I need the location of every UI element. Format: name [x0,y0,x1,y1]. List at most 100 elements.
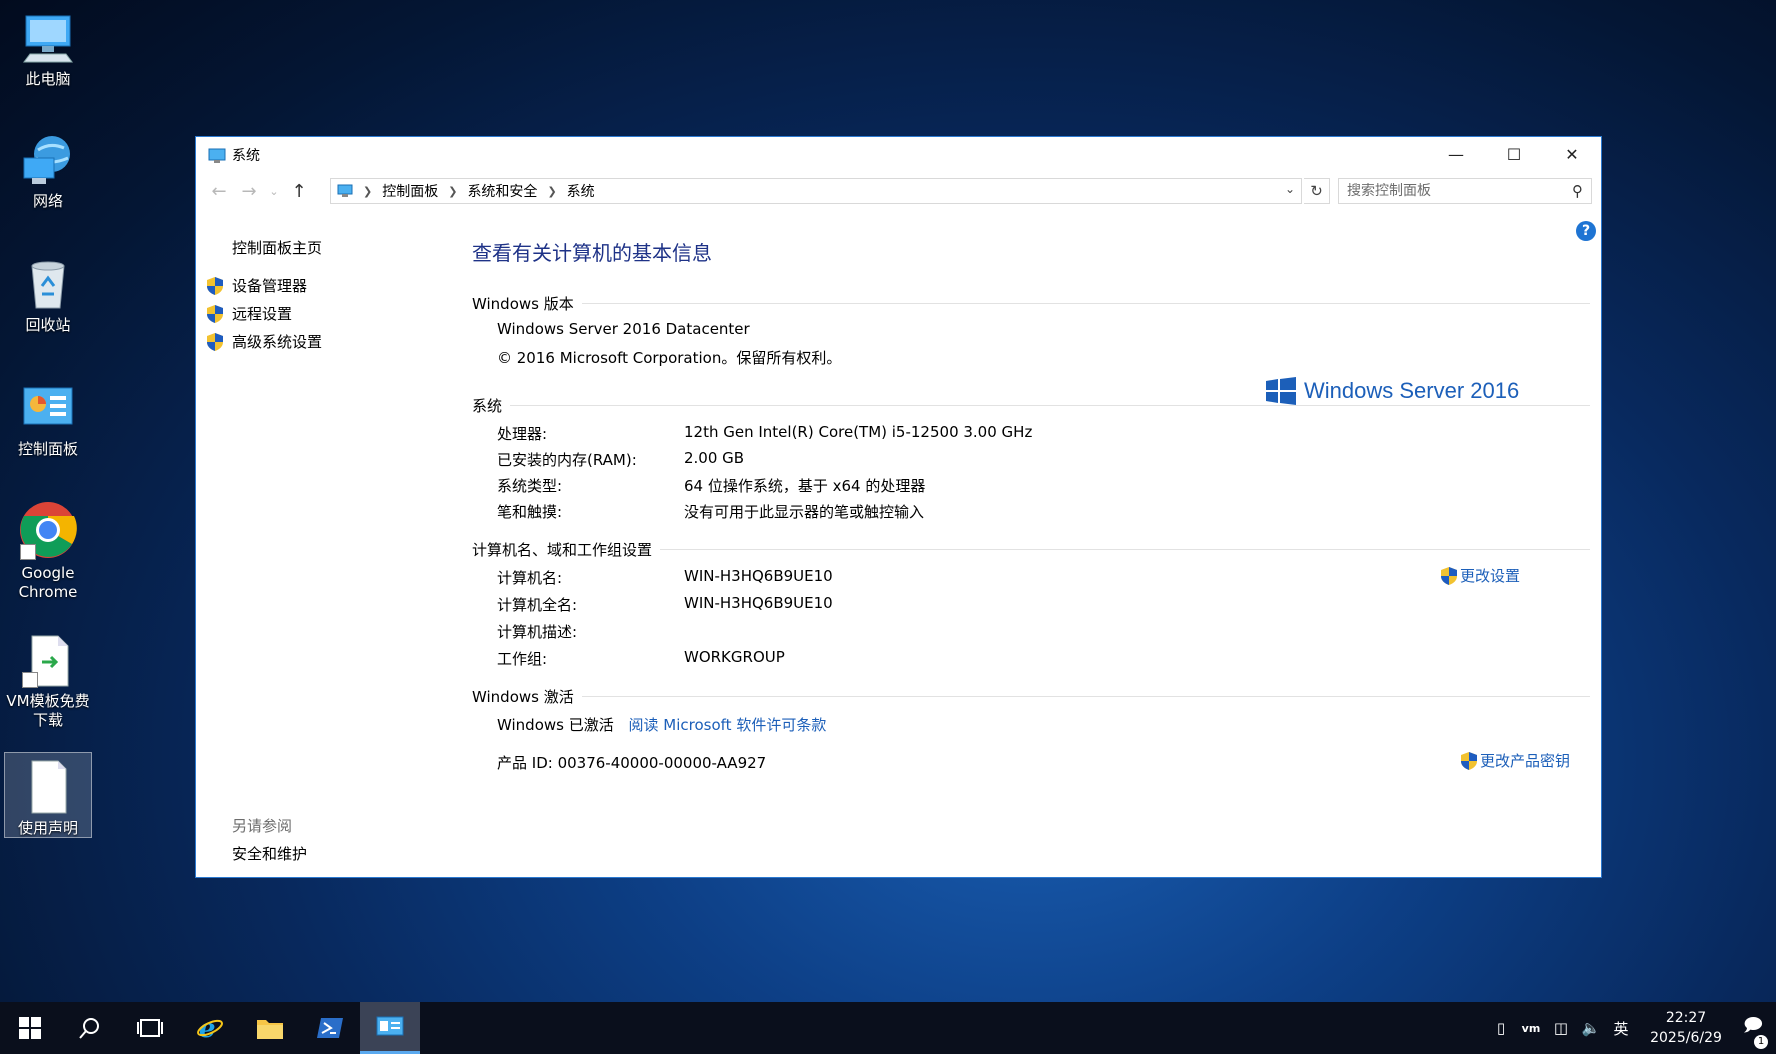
desktop-icon-google-chrome[interactable]: Google Chrome [4,500,92,602]
main-content: ? 查看有关计算机的基本信息 Windows 版本 Windows Server… [472,209,1596,877]
divider [581,696,1590,697]
desktop-icon-label: VM模板免费下载 [6,692,90,729]
change-product-key-link[interactable]: 更改产品密钥 [1460,750,1570,771]
see-also-heading: 另请参阅 [232,817,293,835]
divider [660,549,1590,550]
row-label: 计算机描述: [497,623,578,641]
vmware-tools-icon[interactable]: vm [1516,1022,1546,1035]
clock-date: 2025/6/29 [1650,1030,1722,1046]
file-explorer-button[interactable] [240,1002,300,1054]
taskbar: e ▯ vm ◫ 🔈 英 22:27 2025/6/29 🗩 1 [0,1002,1776,1054]
file-shortcut-icon [20,632,76,688]
advanced-system-settings-link[interactable]: 高级系统设置 [206,331,322,352]
row-label: 已安装的内存(RAM): [497,451,637,469]
window-title: 系统 [232,148,260,164]
address-bar[interactable]: ❯ 控制面板 ❯ 系统和安全 ❯ 系统 ⌄ [330,178,1302,204]
breadcrumb-system-security[interactable]: 系统和安全 [467,181,537,201]
action-center-button[interactable]: 🗩 1 [1730,1013,1776,1049]
chrome-icon [18,500,78,560]
breadcrumb-separator-icon: ❯ [547,184,557,198]
breadcrumb-control-panel[interactable]: 控制面板 [382,181,438,201]
up-button[interactable]: ↑ [284,181,314,202]
close-button[interactable]: ✕ [1543,137,1601,171]
uac-shield-icon [207,304,223,323]
volume-icon[interactable]: 🔈 [1576,1019,1606,1037]
refresh-button[interactable]: ↻ [1304,178,1330,204]
section-title: 系统 [472,397,503,415]
desktop-icon-vm-template[interactable]: VM模板免费下载 [4,632,92,730]
internet-explorer-button[interactable]: e [180,1002,240,1054]
title-bar[interactable]: 系统 — ☐ ✕ [196,137,1601,173]
change-settings-link[interactable]: 更改设置 [1440,565,1520,586]
security-maintenance-link[interactable]: 安全和维护 [232,843,307,864]
remote-settings-link[interactable]: 远程设置 [206,303,292,324]
system-section: 系统 [472,395,1590,416]
system-icon [376,1016,404,1035]
desktop-icon-label: 网络 [32,192,63,210]
link-label: 远程设置 [232,305,293,323]
section-title: Windows 激活 [472,688,574,706]
row-value: 64 位操作系统，基于 x64 的处理器 [684,477,926,495]
uac-shield-icon [1441,566,1457,585]
desktop-icon-recycle-bin[interactable]: 回收站 [4,256,92,335]
left-pane: 控制面板主页 设备管理器 远程设置 高级系统设置 另请参阅 安全和维护 [196,209,446,877]
help-button[interactable]: ? [1576,221,1596,241]
powershell-icon [317,1018,343,1038]
search-button[interactable] [60,1002,120,1054]
section-title: Windows 版本 [472,295,574,313]
control-panel-location-icon [337,184,353,197]
network-icon [20,132,76,188]
desktop-icon-this-pc[interactable]: 此电脑 [4,10,92,89]
control-panel-home-link[interactable]: 控制面板主页 [232,237,322,258]
desktop-icon-network[interactable]: 网络 [4,132,92,211]
notification-icon: 🗩 [1743,1015,1763,1036]
back-button[interactable]: ← [204,181,234,202]
powershell-button[interactable] [300,1002,360,1054]
start-button[interactable] [0,1002,60,1054]
row-label: 工作组: [497,650,548,668]
usb-device-icon[interactable]: ▯ [1486,1019,1516,1037]
license-terms-link[interactable]: 阅读 Microsoft 软件许可条款 [629,716,827,734]
copyright-text: © 2016 Microsoft Corporation。保留所有权利。 [497,349,842,367]
uac-shield-icon [207,276,223,295]
forward-button[interactable]: → [234,181,264,202]
desktop-icon-control-panel[interactable]: 控制面板 [4,380,92,459]
search-box: ⚲ [1338,178,1592,204]
text-file-icon [20,759,76,815]
breadcrumb-separator-icon: ❯ [363,184,373,198]
row-label: 处理器: [497,425,548,443]
breadcrumb-system[interactable]: 系统 [567,181,595,201]
address-row: ← → ⌄ ↑ ❯ 控制面板 ❯ 系统和安全 ❯ 系统 ⌄ ↻ ⚲ [196,173,1601,209]
uac-shield-icon [1461,751,1477,770]
row-label: 计算机全名: [497,596,578,614]
search-icon[interactable]: ⚲ [1572,182,1583,200]
notification-count-badge: 1 [1754,1035,1768,1049]
row-value: WIN-H3HQ6B9UE10 [684,567,833,585]
activation-status: Windows 已激活 [497,716,614,734]
desktop-icon-label: Google Chrome [18,564,78,601]
activation-status-row: Windows 已激活 阅读 Microsoft 软件许可条款 [497,714,826,735]
task-view-button[interactable] [120,1002,180,1054]
system-tray: ▯ vm ◫ 🔈 英 22:27 2025/6/29 🗩 1 [1486,1002,1776,1054]
search-input[interactable] [1347,183,1557,199]
recycle-bin-icon [20,256,76,312]
maximize-button[interactable]: ☐ [1485,137,1543,171]
clock[interactable]: 22:27 2025/6/29 [1642,1008,1730,1048]
shortcut-arrow-icon [20,544,36,560]
desktop-icon-usage-statement[interactable]: 使用声明 [4,752,92,838]
input-method-indicator[interactable]: 英 [1606,1018,1636,1039]
internet-explorer-icon: e [197,1014,223,1042]
recent-locations-chevron-icon[interactable]: ⌄ [264,185,284,198]
device-manager-link[interactable]: 设备管理器 [206,275,307,296]
chevron-down-icon[interactable]: ⌄ [1285,182,1295,196]
row-value: 没有可用于此显示器的笔或触控输入 [684,503,925,521]
network-status-icon[interactable]: ◫ [1546,1019,1576,1037]
row-label: 笔和触摸: [497,503,563,521]
minimize-button[interactable]: — [1427,137,1485,171]
activation-section: Windows 激活 [472,686,1590,707]
control-panel-icon [20,380,76,436]
system-window-taskbar-button[interactable] [360,1002,420,1054]
section-title: 计算机名、域和工作组设置 [472,541,653,559]
breadcrumb-separator-icon: ❯ [448,184,458,198]
row-value: WORKGROUP [684,648,785,666]
